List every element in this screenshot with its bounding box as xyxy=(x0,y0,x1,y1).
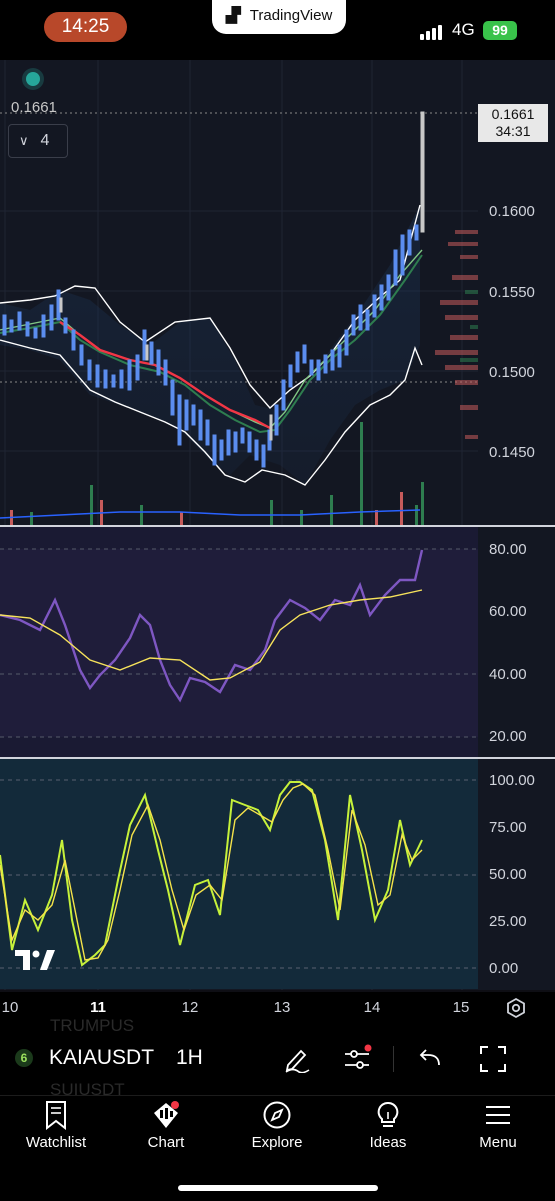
time-axis-bg xyxy=(0,990,555,992)
lightbulb-icon xyxy=(377,1101,399,1127)
app-pill[interactable]: ▟▘ TradingView xyxy=(212,0,346,34)
tab-label: Explore xyxy=(251,1134,303,1151)
signal-icon xyxy=(420,22,444,40)
time-axis-label: 14 xyxy=(363,999,381,1016)
price-axis-label: 0.1550 xyxy=(489,284,535,301)
rsi-axis-label: 80.00 xyxy=(489,541,527,558)
stoch-axis-label: 0.00 xyxy=(489,960,519,977)
compass-icon xyxy=(263,1101,291,1129)
menu-icon xyxy=(486,1106,510,1124)
tab-explore[interactable]: Explore xyxy=(232,1100,322,1151)
network-label: 4G xyxy=(452,20,475,39)
price-axis-label: 0.1500 xyxy=(489,364,535,381)
rsi-axis-label: 40.00 xyxy=(489,666,527,683)
app-pill-label: TradingView xyxy=(249,7,333,24)
time-axis-label: 11 xyxy=(90,999,106,1016)
price-axis-label: 0.1600 xyxy=(489,203,535,220)
time-axis-label: 12 xyxy=(181,999,199,1016)
tab-label: Ideas xyxy=(369,1134,407,1151)
tab-watchlist[interactable]: Watchlist xyxy=(11,1100,101,1151)
bookmark-icon xyxy=(46,1101,66,1130)
indicators-toggle-button[interactable]: ∨ 4 xyxy=(8,124,68,158)
tab-menu[interactable]: Menu xyxy=(453,1100,543,1151)
battery-icon: 99 xyxy=(483,21,517,40)
kaia-logo-icon: 6 xyxy=(15,1049,33,1067)
chart-settings-icon[interactable] xyxy=(505,997,527,1019)
candle-countdown: 34:31 xyxy=(495,123,531,139)
ghost-symbol: TRUMPUS xyxy=(50,1016,135,1035)
tab-label: Watchlist xyxy=(25,1134,87,1151)
top-price-label: 0.1661 xyxy=(11,99,57,116)
tab-label: Chart xyxy=(147,1134,185,1151)
stoch-panel xyxy=(0,759,478,989)
tradingview-logo-icon: ▟▘ xyxy=(225,7,247,24)
home-indicator xyxy=(178,1185,378,1191)
stoch-axis-label: 25.00 xyxy=(489,913,527,930)
indicator-count: 4 xyxy=(40,132,50,149)
time-axis-label: 15 xyxy=(452,999,470,1016)
rsi-axis-label: 20.00 xyxy=(489,728,527,745)
toolbar-divider xyxy=(393,1046,394,1072)
time-axis-label: 13 xyxy=(273,999,291,1016)
undo-icon[interactable] xyxy=(418,1047,444,1071)
stoch-axis-label: 50.00 xyxy=(489,866,527,883)
current-price-badge: 0.1661 34:31 xyxy=(478,104,548,142)
stoch-axis-label: 100.00 xyxy=(489,772,535,789)
drawing-tools-icon[interactable] xyxy=(283,1045,311,1073)
tab-label: Menu xyxy=(479,1134,517,1151)
current-price: 0.1661 xyxy=(491,106,535,122)
market-status-icon xyxy=(26,72,40,86)
chevron-down-icon: ∨ xyxy=(19,133,29,148)
chart-canvas[interactable] xyxy=(0,60,555,992)
panel-separator-1 xyxy=(0,525,555,527)
indicators-icon[interactable] xyxy=(342,1044,372,1074)
symbol-selector[interactable]: KAIAUSDT xyxy=(49,1046,154,1070)
chart-icon xyxy=(154,1101,179,1128)
fullscreen-icon[interactable] xyxy=(478,1044,508,1074)
panel-separator-2 xyxy=(0,757,555,759)
interval-selector[interactable]: 1H xyxy=(176,1046,203,1070)
tab-chart[interactable]: Chart xyxy=(121,1100,211,1151)
stoch-axis-label: 75.00 xyxy=(489,819,527,836)
tradingview-watermark-icon xyxy=(15,950,55,970)
rsi-axis-label: 60.00 xyxy=(489,603,527,620)
tab-ideas[interactable]: Ideas xyxy=(343,1100,433,1151)
time-axis-label: 10 xyxy=(1,999,19,1016)
price-axis-label: 0.1450 xyxy=(489,444,535,461)
status-time: 14:25 xyxy=(44,12,127,42)
